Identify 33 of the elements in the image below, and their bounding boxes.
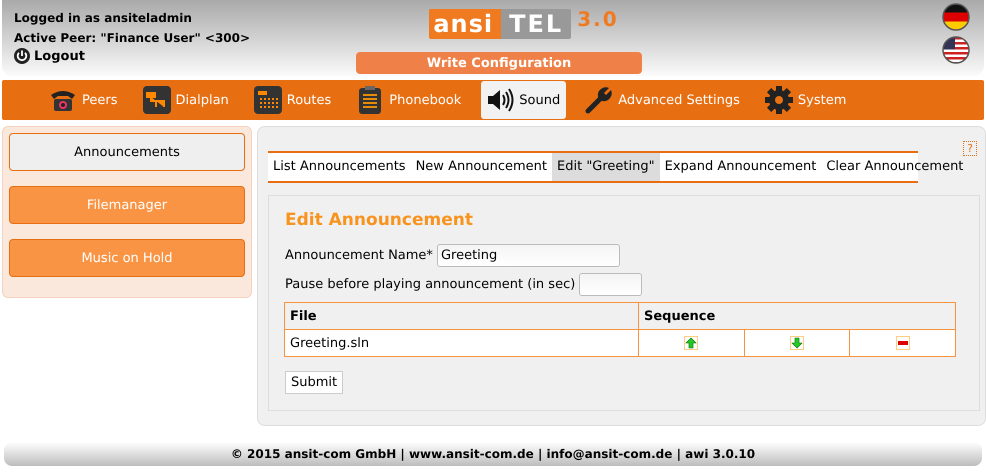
nav-item[interactable]: Sound bbox=[481, 81, 566, 119]
sidebar-item[interactable]: Announcements bbox=[9, 133, 245, 171]
peer-text: Active Peer: "Finance User" <300> bbox=[14, 30, 252, 47]
logout-link[interactable]: Logout bbox=[14, 48, 85, 64]
field-label: Announcement Name* bbox=[285, 248, 433, 263]
form-title: Edit Announcement bbox=[285, 210, 474, 230]
logo-text: ansi bbox=[429, 9, 502, 39]
us-flag-icon[interactable] bbox=[942, 36, 970, 64]
footer-text: © 2015 ansit-com GmbH | www.ansit-com.de | info@ansit-com.de | awi 3.0.10 bbox=[230, 447, 756, 461]
german-flag-icon[interactable] bbox=[942, 3, 970, 31]
column-header: File bbox=[284, 302, 638, 330]
wrench-icon bbox=[584, 85, 614, 115]
tab[interactable]: Clear Announcement bbox=[821, 153, 968, 181]
power-icon bbox=[14, 48, 30, 64]
gear-icon bbox=[764, 85, 794, 115]
remove-icon[interactable] bbox=[896, 336, 910, 350]
move-up-icon[interactable] bbox=[684, 336, 698, 350]
tab[interactable]: Edit "Greeting" bbox=[552, 153, 660, 181]
tab[interactable]: Expand Announcement bbox=[660, 153, 822, 181]
grid-icon bbox=[252, 85, 283, 115]
column-header: Sequence bbox=[638, 302, 956, 330]
pause-field[interactable] bbox=[579, 273, 642, 296]
tab[interactable]: New Announcement bbox=[410, 153, 552, 181]
table-cell: Greeting.sln bbox=[284, 330, 638, 356]
diagram-icon bbox=[142, 85, 172, 115]
name-field[interactable]: Greeting bbox=[436, 244, 620, 267]
version-text: 3.0 bbox=[577, 9, 619, 29]
logo-text: TEL bbox=[501, 9, 572, 39]
submit-button[interactable]: Submit bbox=[285, 371, 344, 394]
field-label: Pause before playing announcement (in sec) bbox=[285, 277, 576, 292]
move-down-icon[interactable] bbox=[790, 336, 804, 350]
login-text: Logged in as ansiteladmin bbox=[14, 10, 193, 27]
tab[interactable]: List Announcements bbox=[268, 153, 411, 181]
